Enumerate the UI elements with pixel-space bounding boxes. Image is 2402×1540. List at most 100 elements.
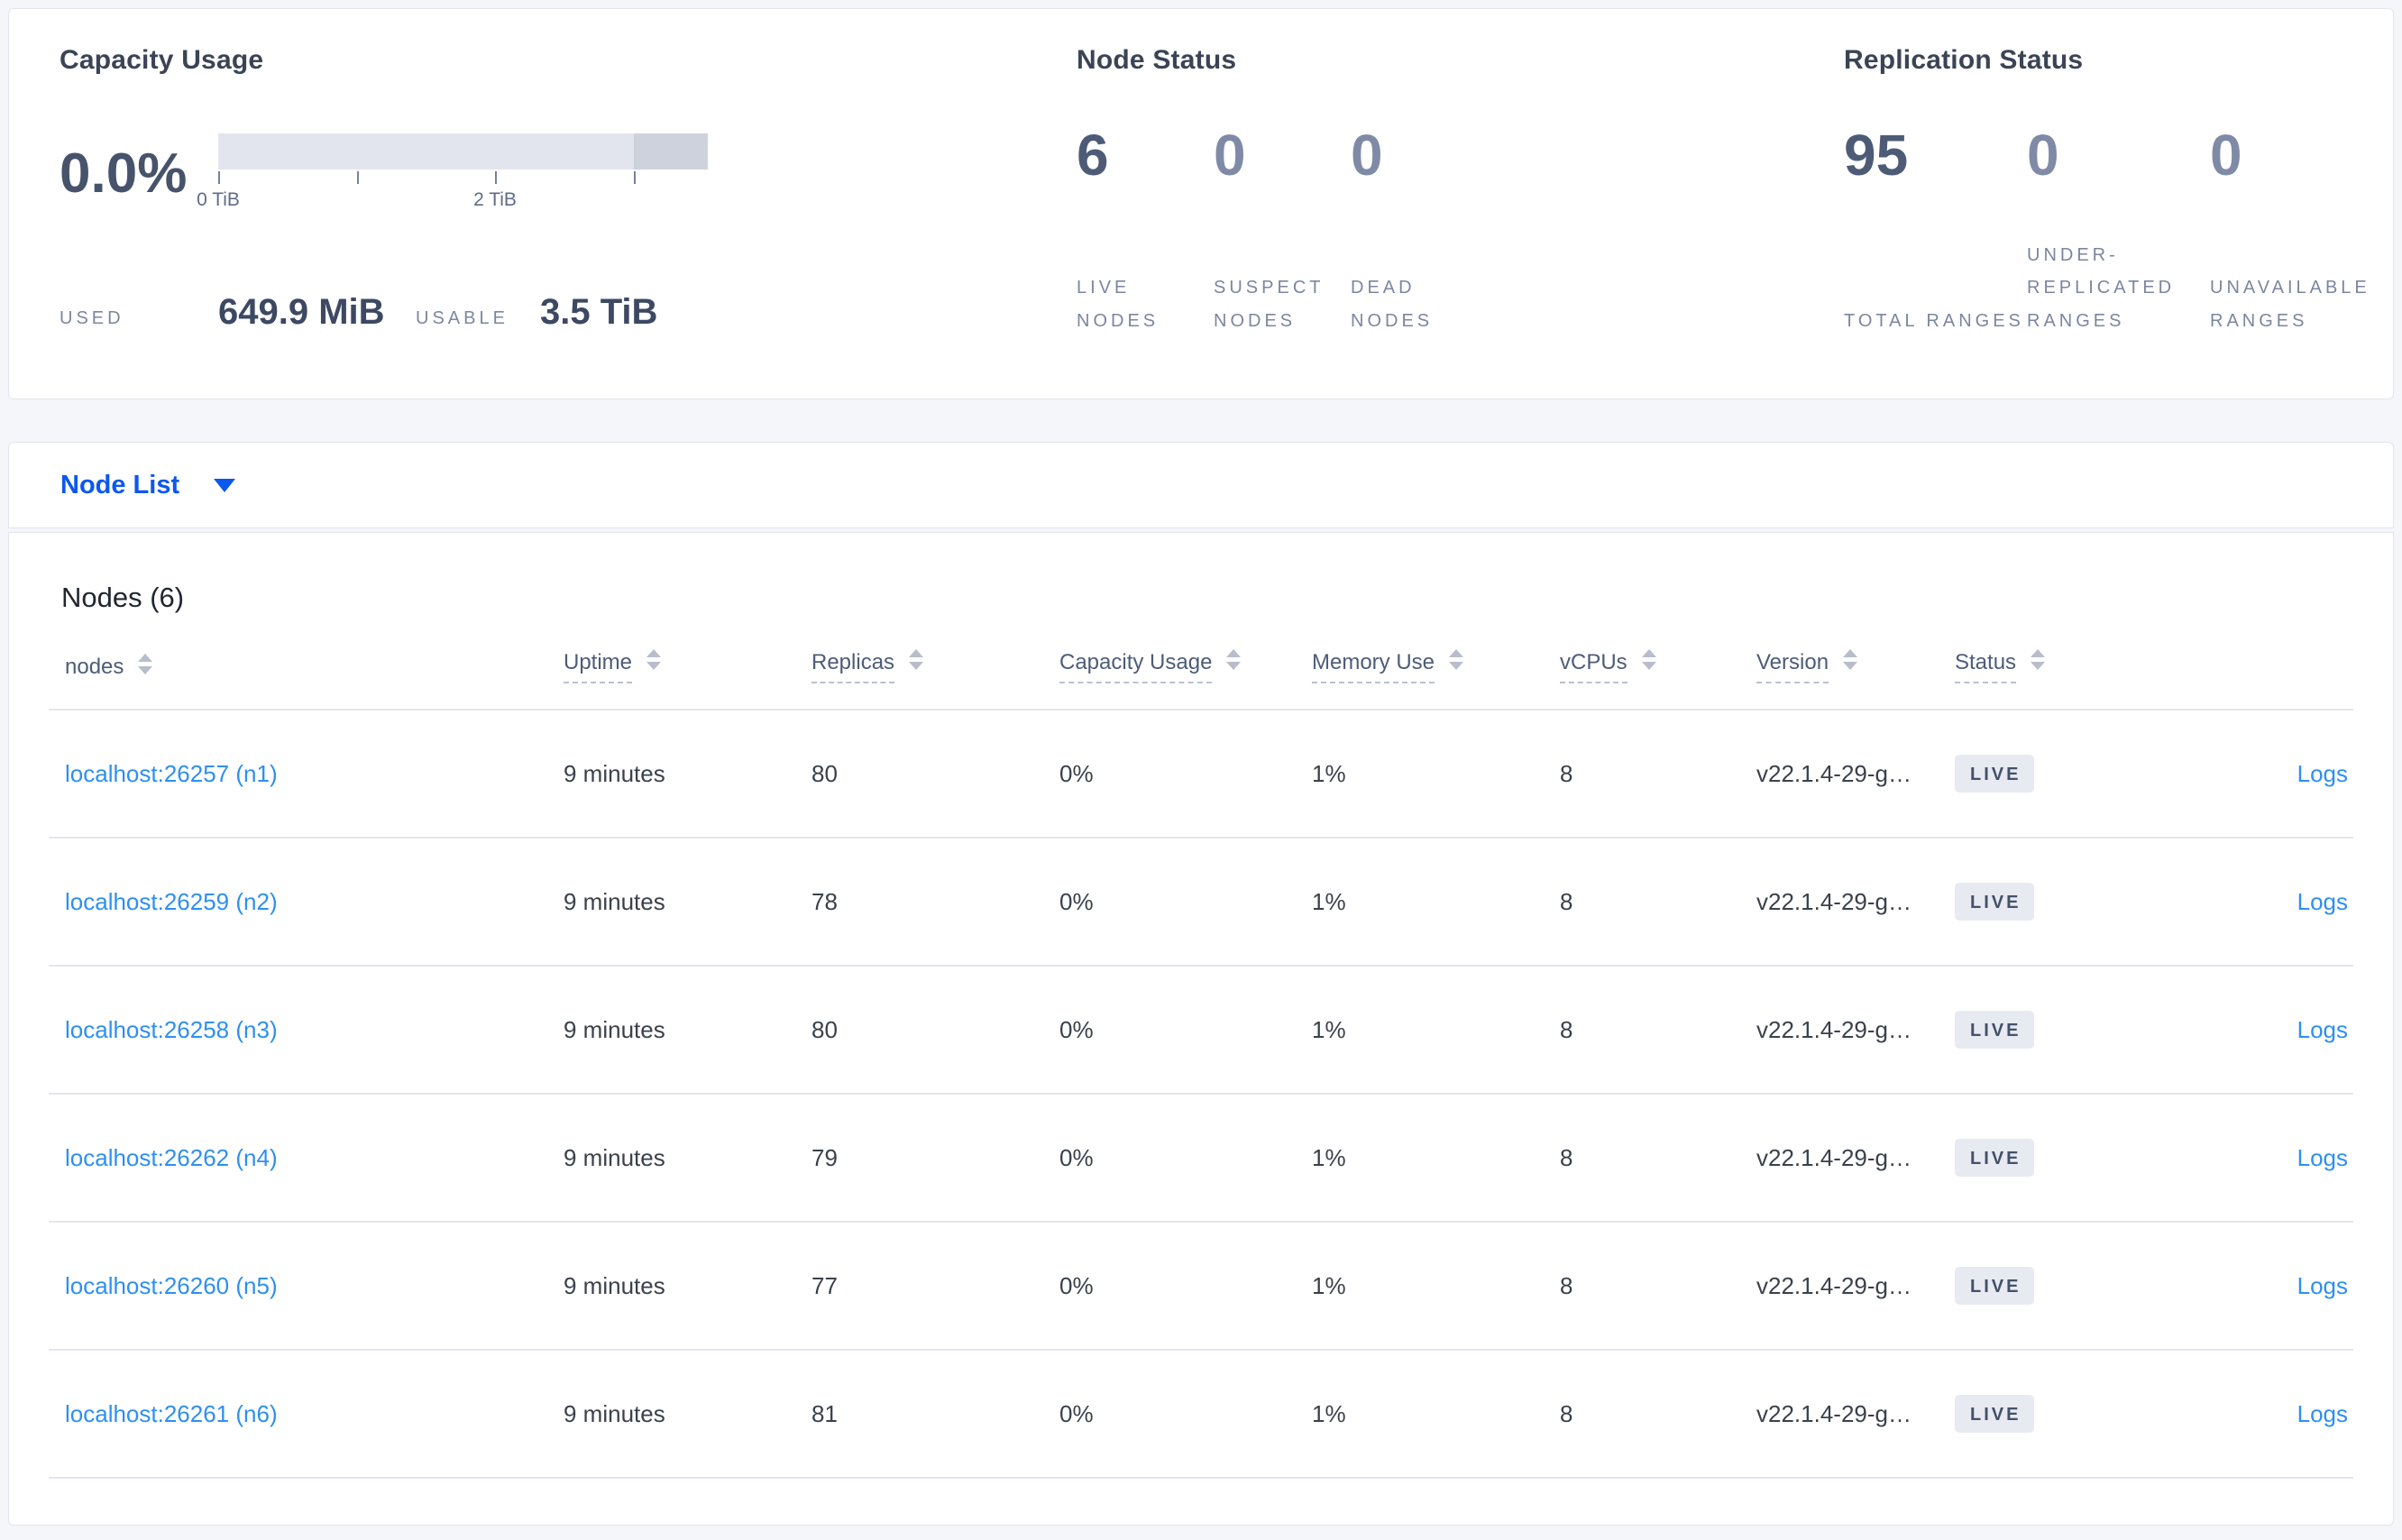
sort-icon[interactable] (1641, 649, 1656, 671)
view-selector-bar: Node List (8, 442, 2394, 528)
suspect-nodes-count: 0 (1214, 123, 1246, 188)
logs-link[interactable]: Logs (2297, 888, 2348, 915)
replicas-cell: 80 (811, 966, 1059, 1095)
axis-label: 2 TiB (473, 189, 517, 210)
sort-icon[interactable] (909, 649, 924, 671)
panel-title: Capacity Usage (60, 45, 264, 75)
node-link[interactable]: localhost:26259 (n2) (65, 888, 278, 915)
used-label: USED (60, 308, 124, 328)
replicas-cell: 77 (811, 1222, 1059, 1351)
node-link[interactable]: localhost:26257 (n1) (65, 760, 278, 787)
vcpus-cell: 8 (1560, 1350, 1756, 1479)
status-badge: LIVE (1955, 1139, 2035, 1177)
total-ranges-count: 95 (1844, 123, 1909, 188)
stat-unavailable-ranges: 0 UNAVAILABLE RANGES (2210, 126, 2393, 337)
status-cell: LIVE (1955, 1094, 2162, 1223)
replicas-cell: 80 (811, 710, 1059, 839)
cluster-overview-page: Capacity Usage 0.0% 0 TiB 2 TiB USED 649… (0, 8, 2402, 1526)
column-header-vcpus[interactable]: vCPUs (1560, 649, 1756, 710)
unavailable-label: UNAVAILABLE RANGES (2210, 278, 2370, 331)
node-link[interactable]: localhost:26258 (n3) (65, 1016, 278, 1043)
table-row: localhost:26262 (n4) 9 minutes 79 0% 1% … (49, 1094, 2353, 1223)
version-cell: v22.1.4-29-g… (1756, 710, 1955, 839)
logs-link[interactable]: Logs (2297, 1400, 2348, 1427)
node-status-panel: Node Status 6 LIVE NODES 0 SUSPECT NODES… (1077, 45, 1844, 399)
uptime-cell: 9 minutes (564, 1094, 811, 1223)
sort-icon[interactable] (1226, 649, 1242, 671)
uptime-cell: 9 minutes (564, 966, 811, 1095)
vcpus-cell: 8 (1560, 1094, 1756, 1223)
stat-total-ranges: 95 TOTAL RANGES (1844, 126, 2027, 337)
stat-dead-nodes: 0 DEAD NODES (1351, 126, 1488, 337)
column-header-version[interactable]: Version (1756, 649, 1955, 710)
node-link[interactable]: localhost:26262 (n4) (65, 1144, 278, 1171)
replicas-cell: 79 (811, 1094, 1059, 1223)
uptime-cell: 9 minutes (564, 838, 811, 967)
status-cell: LIVE (1955, 966, 2162, 1095)
memory-use-cell: 1% (1312, 1222, 1560, 1351)
capacity-usage-cell: 0% (1059, 966, 1312, 1095)
capacity-usage-cell: 0% (1059, 1350, 1312, 1479)
column-header-status[interactable]: Status (1955, 649, 2162, 710)
version-cell: v22.1.4-29-g… (1756, 966, 1955, 1095)
chevron-down-icon (214, 478, 236, 492)
cluster-summary-panel: Capacity Usage 0.0% 0 TiB 2 TiB USED 649… (8, 8, 2394, 399)
sort-icon[interactable] (646, 649, 662, 671)
replicas-cell: 78 (811, 838, 1059, 967)
version-cell: v22.1.4-29-g… (1756, 1094, 1955, 1223)
node-link[interactable]: localhost:26261 (n6) (65, 1400, 278, 1427)
node-list-dropdown-label: Node List (60, 470, 180, 500)
replication-status-panel: Replication Status 95 TOTAL RANGES 0 UND… (1844, 45, 2393, 399)
under-replicated-count: 0 (2027, 123, 2059, 188)
table-row: localhost:26261 (n6) 9 minutes 81 0% 1% … (49, 1350, 2353, 1479)
memory-use-cell: 1% (1312, 838, 1560, 967)
vcpus-cell: 8 (1560, 838, 1756, 967)
node-link[interactable]: localhost:26260 (n5) (65, 1272, 278, 1299)
capacity-usage-cell: 0% (1059, 1222, 1312, 1351)
sort-icon[interactable] (138, 653, 153, 674)
capacity-bar-chart: 0 TiB 2 TiB (197, 133, 708, 213)
table-row: localhost:26259 (n2) 9 minutes 78 0% 1% … (49, 838, 2353, 967)
capacity-summary: USED 649.9 MiB USABLE 3.5 TiB (60, 292, 1077, 333)
capacity-usage-cell: 0% (1059, 838, 1312, 967)
column-header-capacity-usage[interactable]: Capacity Usage (1059, 649, 1312, 710)
capacity-usage-cell: 0% (1059, 710, 1312, 839)
logs-link[interactable]: Logs (2297, 1144, 2348, 1171)
node-list-dropdown[interactable]: Node List (60, 470, 236, 500)
panel-title: Node Status (1077, 45, 1237, 75)
column-header-replicas[interactable]: Replicas (811, 649, 1059, 710)
sort-icon[interactable] (2031, 649, 2046, 671)
total-ranges-label: TOTAL RANGES (1844, 310, 2024, 331)
suspect-nodes-label: SUSPECT NODES (1214, 278, 1325, 331)
column-header-logs-empty (2162, 650, 2353, 710)
usable-value: 3.5 TiB (540, 292, 658, 332)
sort-icon[interactable] (1449, 649, 1464, 671)
logs-link[interactable]: Logs (2297, 1016, 2348, 1043)
nodes-table: nodes Uptime Replicas Capacity Usage Mem… (49, 649, 2353, 1479)
version-cell: v22.1.4-29-g… (1756, 1222, 1955, 1351)
logs-link[interactable]: Logs (2297, 760, 2348, 787)
vcpus-cell: 8 (1560, 966, 1756, 1095)
table-header-row: nodes Uptime Replicas Capacity Usage Mem… (49, 649, 2353, 710)
capacity-bar (218, 133, 708, 170)
uptime-cell: 9 minutes (564, 710, 811, 839)
capacity-usage-panel: Capacity Usage 0.0% 0 TiB 2 TiB USED 649… (60, 45, 1077, 399)
column-header-uptime[interactable]: Uptime (564, 649, 811, 710)
live-nodes-label: LIVE NODES (1077, 278, 1160, 331)
table-row: localhost:26260 (n5) 9 minutes 77 0% 1% … (49, 1222, 2353, 1351)
uptime-cell: 9 minutes (564, 1350, 811, 1479)
status-badge: LIVE (1955, 1011, 2035, 1049)
logs-link[interactable]: Logs (2297, 1272, 2348, 1299)
status-badge: LIVE (1955, 1395, 2035, 1433)
dead-nodes-count: 0 (1351, 123, 1383, 188)
dead-nodes-label: DEAD NODES (1351, 278, 1434, 331)
sort-icon[interactable] (1843, 649, 1858, 671)
table-row: localhost:26257 (n1) 9 minutes 80 0% 1% … (49, 710, 2353, 839)
column-header-nodes[interactable]: nodes (49, 650, 564, 710)
status-cell: LIVE (1955, 838, 2162, 967)
memory-use-cell: 1% (1312, 710, 1560, 839)
memory-use-cell: 1% (1312, 1094, 1560, 1223)
column-header-memory-use[interactable]: Memory Use (1312, 649, 1560, 710)
under-replicated-label: UNDER-REPLICATED RANGES (2027, 244, 2176, 331)
usable-label: USABLE (416, 308, 509, 328)
